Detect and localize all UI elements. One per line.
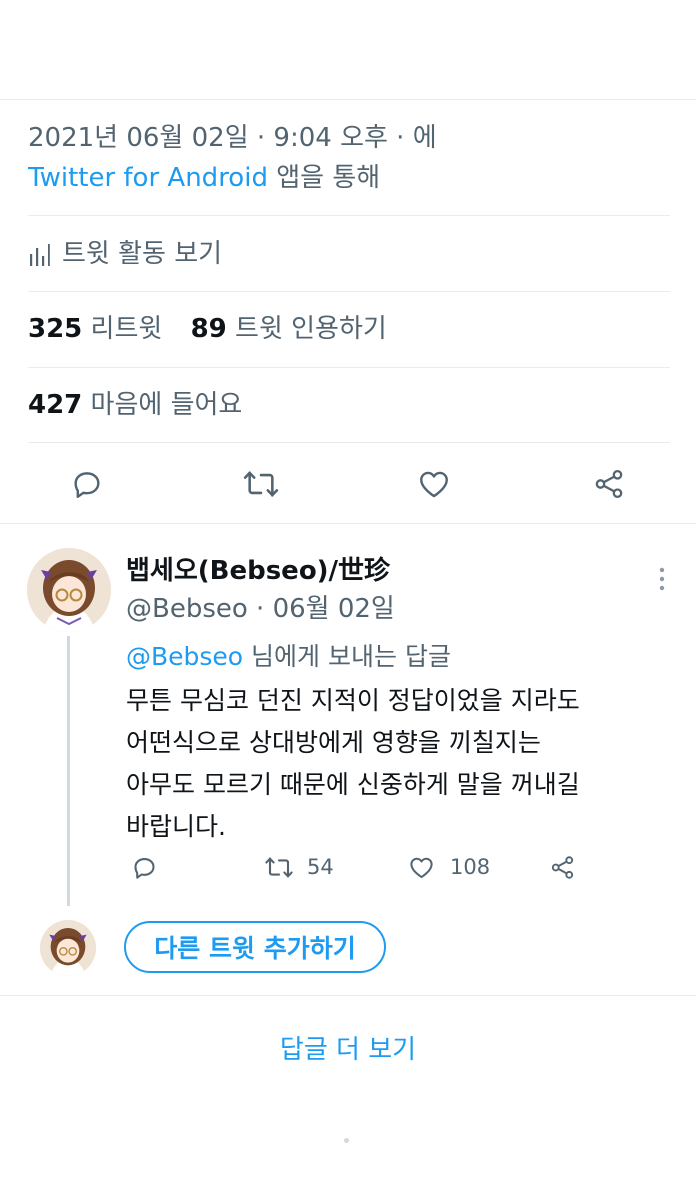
tweet-activity-link[interactable]: 트윗 활동 보기 — [28, 233, 222, 275]
reply-retweet-count: 54 — [307, 855, 334, 879]
retweets-label: 리트윗 — [90, 314, 163, 344]
likes-label: 마음에 들어요 — [90, 390, 243, 420]
replying-to-handle[interactable]: @Bebseo — [126, 642, 243, 671]
divider — [28, 442, 670, 443]
reply-retweet-button[interactable]: 54 — [264, 847, 334, 887]
likes-count: 427 — [28, 390, 83, 420]
more-replies-link[interactable]: 답글 더 보기 — [0, 1030, 696, 1070]
replying-to-suffix: 님에게 보내는 답글 — [243, 642, 451, 671]
divider — [28, 215, 670, 216]
divider — [28, 367, 670, 368]
stats-row-retweets: 325 리트윗 89 트윗 인용하기 — [28, 308, 387, 350]
retweet-icon — [243, 471, 279, 497]
retweet-icon — [265, 856, 293, 878]
like-icon — [420, 471, 448, 498]
top-divider — [0, 99, 696, 100]
thread-line — [67, 636, 70, 906]
page-indicator-dot — [344, 1138, 349, 1143]
replying-to: @Bebseo 님에게 보내는 답글 — [126, 637, 451, 677]
source-app-link[interactable]: Twitter for Android — [28, 163, 268, 193]
reply-share-button[interactable] — [542, 847, 582, 887]
reply-reply-button[interactable] — [124, 847, 164, 887]
divider — [0, 995, 696, 996]
reply-icon — [133, 857, 155, 879]
retweets-stat[interactable]: 325 리트윗 — [28, 314, 162, 344]
source-suffix: 앱을 통해 — [267, 163, 381, 193]
tweet-timestamp: 2021년 06월 02일 · 9:04 오후 · 에 — [28, 123, 437, 153]
more-vertical-icon — [659, 567, 665, 591]
user-avatar-small[interactable] — [40, 920, 96, 976]
like-button[interactable] — [414, 464, 454, 504]
retweet-button[interactable] — [241, 464, 281, 504]
reply-icon — [74, 472, 100, 498]
avatar[interactable] — [27, 548, 111, 632]
quotes-stat[interactable]: 89 트윗 인용하기 — [191, 314, 387, 344]
divider — [0, 523, 696, 524]
more-options-button[interactable] — [644, 559, 680, 599]
reply-text-line: 무튼 무심코 던진 지적이 정답이었을 지라도 — [126, 686, 580, 715]
tweet-source: Twitter for Android 앱을 통해 — [28, 157, 380, 199]
reply-text: 무튼 무심코 던진 지적이 정답이었을 지라도 어떤식으로 상대방에게 영향을 … — [126, 680, 580, 848]
reply-author-name[interactable]: 뱁세오(Bebseo)/世珍 — [126, 554, 390, 588]
reply-text-line: 어떤식으로 상대방에게 영향을 끼칠지는 — [126, 728, 541, 757]
reply-text-line: 바랍니다. — [126, 812, 226, 841]
reply-handle-date: @Bebseo · 06월 02일 — [126, 594, 395, 624]
retweets-count: 325 — [28, 314, 83, 344]
quotes-label: 트윗 인용하기 — [235, 314, 387, 344]
reply-button[interactable] — [67, 464, 107, 504]
stats-row-likes[interactable]: 427 마음에 들어요 — [28, 384, 242, 426]
reply-like-button[interactable]: 108 — [407, 847, 490, 887]
share-button[interactable] — [589, 464, 629, 504]
analytics-icon — [28, 242, 50, 266]
reply-text-line: 아무도 모르기 때문에 신중하게 말을 꺼내길 — [126, 770, 580, 799]
activity-label: 트윗 활동 보기 — [62, 239, 223, 269]
like-icon — [410, 857, 433, 878]
quotes-count: 89 — [190, 314, 227, 344]
share-icon — [595, 469, 623, 499]
reply-like-count: 108 — [450, 855, 491, 879]
divider — [28, 291, 670, 292]
add-another-tweet-button[interactable]: 다른 트윗 추가하기 — [124, 921, 386, 973]
share-icon — [551, 855, 573, 879]
